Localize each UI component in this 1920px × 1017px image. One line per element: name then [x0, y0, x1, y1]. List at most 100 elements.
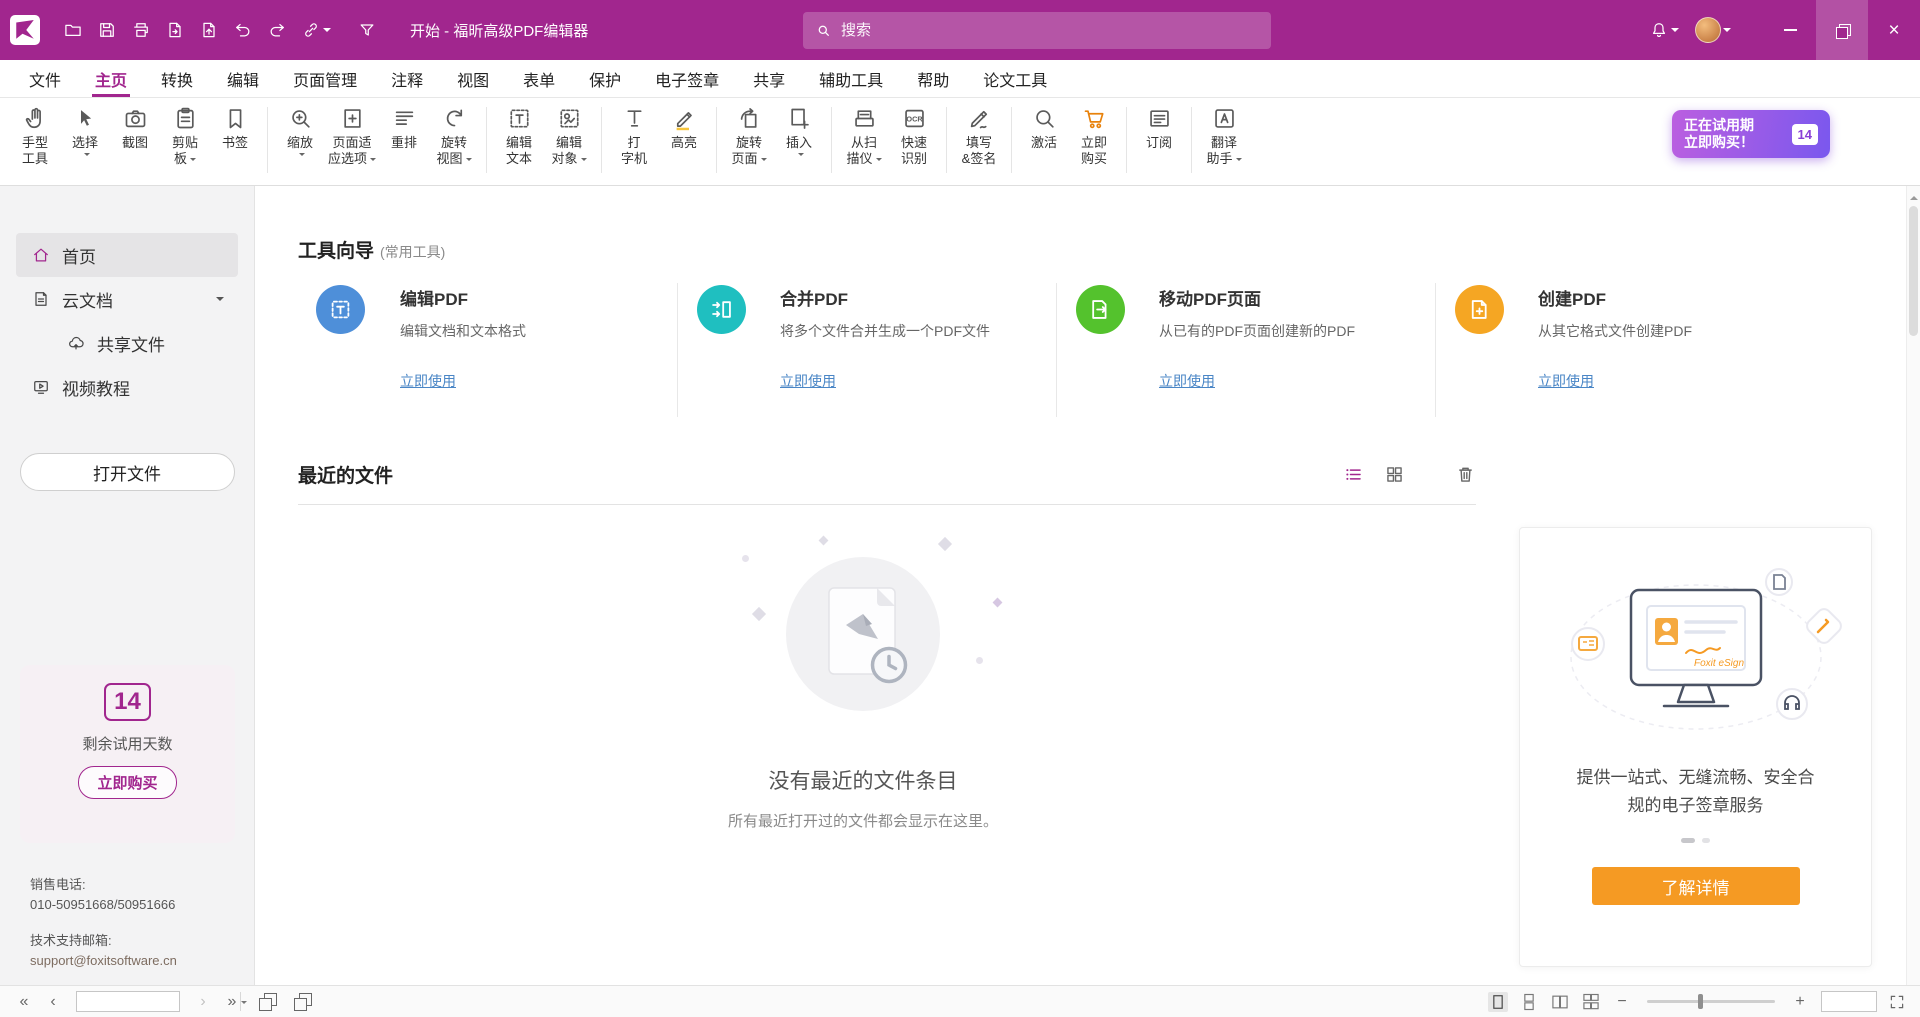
open-file-pill-button[interactable]: 打开文件 — [20, 453, 235, 491]
ribbon-translate-assistant[interactable]: 翻译 助手 — [1199, 105, 1249, 167]
search-box[interactable] — [803, 12, 1271, 49]
menu-page-management[interactable]: 页面管理 — [276, 60, 374, 97]
page-number-box[interactable] — [76, 991, 180, 1012]
ribbon-bookmark[interactable]: 书签 — [210, 105, 260, 151]
close-button[interactable]: × — [1868, 0, 1920, 60]
facing-continuous-view-button[interactable] — [1581, 992, 1601, 1012]
snapshot-tool-button[interactable] — [259, 993, 277, 1011]
notifications-button[interactable] — [1644, 13, 1684, 47]
account-menu[interactable] — [1684, 13, 1742, 47]
ribbon-select-tool[interactable]: 选择 — [60, 105, 110, 157]
use-now-link[interactable]: 立即使用 — [780, 371, 836, 391]
ribbon-highlight[interactable]: 高亮 — [659, 105, 709, 151]
zoom-out-button[interactable]: − — [1612, 994, 1632, 1010]
ribbon-subscribe[interactable]: 订阅 — [1134, 105, 1184, 151]
ribbon-typewriter[interactable]: 打 字机 — [609, 105, 659, 167]
export-button[interactable] — [158, 13, 192, 47]
learn-more-button[interactable]: 了解详情 — [1592, 867, 1800, 905]
menu-home[interactable]: 主页 — [78, 60, 144, 97]
grid-view-button[interactable] — [1384, 464, 1405, 485]
ribbon-snapshot[interactable]: 截图 — [110, 105, 160, 151]
zoom-slider[interactable] — [1647, 1000, 1775, 1003]
sidebar-item-home[interactable]: 首页 — [16, 233, 238, 277]
clear-recent-button[interactable] — [1455, 464, 1476, 485]
tool-card-merge-pdf[interactable]: 合并PDF 将多个文件合并生成一个PDF文件 立即使用 — [677, 283, 1056, 417]
print-button[interactable] — [124, 13, 158, 47]
scrollbar-thumb[interactable] — [1909, 206, 1918, 336]
first-page-button[interactable]: « — [14, 994, 34, 1010]
sidebar-item-video-tutorials[interactable]: 视频教程 — [16, 365, 238, 409]
ribbon-fill-sign[interactable]: 填写 &签名 — [954, 105, 1004, 167]
clipboard-snapshot-button[interactable] — [294, 993, 312, 1011]
tool-card-edit-pdf[interactable]: 编辑PDF 编辑文档和文本格式 立即使用 — [298, 283, 677, 417]
tool-card-move-pdf-pages[interactable]: 移动PDF页面 从已有的PDF页面创建新的PDF 立即使用 — [1056, 283, 1435, 417]
list-view-button[interactable] — [1343, 464, 1364, 485]
use-now-link[interactable]: 立即使用 — [400, 371, 456, 391]
chevron-down-icon[interactable] — [216, 297, 224, 305]
zoom-slider-thumb[interactable] — [1698, 994, 1703, 1009]
ribbon-buy-now[interactable]: 立即 购买 — [1069, 105, 1119, 167]
menu-accessibility[interactable]: 辅助工具 — [802, 60, 900, 97]
zoom-percent-box[interactable] — [1821, 991, 1877, 1012]
ribbon-insert[interactable]: 插入 — [774, 105, 824, 157]
menu-convert[interactable]: 转换 — [144, 60, 210, 97]
menu-comment[interactable]: 注释 — [374, 60, 440, 97]
clipboard-icon — [172, 105, 199, 132]
ribbon-edit-object[interactable]: 编辑 对象 — [544, 105, 594, 167]
ribbon-page-fit-options[interactable]: 页面适 应选项 — [325, 105, 379, 167]
menu-view[interactable]: 视图 — [440, 60, 506, 97]
ribbon-activate[interactable]: 激活 — [1019, 105, 1069, 151]
carousel-dot-active[interactable] — [1681, 838, 1695, 843]
zoom-in-button[interactable]: + — [1790, 994, 1810, 1010]
scroll-up-arrow-icon[interactable] — [1910, 192, 1918, 200]
previous-page-button[interactable]: ‹ — [43, 994, 63, 1010]
buy-now-pill-button[interactable]: 立即购买 — [78, 766, 176, 799]
zoom-percent-input[interactable] — [1822, 992, 1876, 1011]
restore-button[interactable] — [1816, 0, 1868, 60]
trial-buy-now-button[interactable]: 正在试用期 立即购买！ 14 — [1672, 110, 1830, 158]
vertical-scrollbar[interactable] — [1906, 186, 1920, 985]
continuous-view-button[interactable] — [1519, 992, 1539, 1012]
last-page-button[interactable]: » — [222, 994, 242, 1010]
facing-view-button[interactable] — [1550, 992, 1570, 1012]
menu-edit[interactable]: 编辑 — [210, 60, 276, 97]
ribbon-edit-text[interactable]: 编辑 文本 — [494, 105, 544, 167]
quick-tool-dropdown[interactable] — [294, 13, 338, 47]
customize-toolbar-button[interactable] — [350, 13, 384, 47]
minimize-button[interactable] — [1764, 0, 1816, 60]
save-button[interactable] — [90, 13, 124, 47]
open-file-button[interactable] — [56, 13, 90, 47]
ribbon-rotate-view[interactable]: 旋转 视图 — [429, 105, 479, 167]
redo-button[interactable] — [260, 13, 294, 47]
menu-paper-tools[interactable]: 论文工具 — [966, 60, 1064, 97]
share-doc-button[interactable] — [192, 13, 226, 47]
menu-share[interactable]: 共享 — [736, 60, 802, 97]
sidebar-item-cloud-docs[interactable]: 云文档 — [16, 277, 238, 321]
ribbon-hand-tool[interactable]: 手型 工具 — [10, 105, 60, 167]
fullscreen-icon[interactable] — [1888, 993, 1906, 1011]
menu-esign[interactable]: 电子签章 — [638, 60, 736, 97]
menu-help[interactable]: 帮助 — [900, 60, 966, 97]
ribbon-clipboard[interactable]: 剪贴 板 — [160, 105, 210, 167]
menu-form[interactable]: 表单 — [506, 60, 572, 97]
use-now-link[interactable]: 立即使用 — [1159, 371, 1215, 391]
menu-protect[interactable]: 保护 — [572, 60, 638, 97]
ribbon-rotate-pages[interactable]: 旋转 页面 — [724, 105, 774, 167]
tool-card-create-pdf[interactable]: 创建PDF 从其它格式文件创建PDF 立即使用 — [1435, 283, 1814, 417]
ribbon-from-scanner[interactable]: 从扫 描仪 — [839, 105, 889, 167]
next-page-button[interactable]: › — [193, 994, 213, 1010]
ribbon-reflow[interactable]: 重排 — [379, 105, 429, 151]
carousel-dot[interactable] — [1702, 838, 1710, 843]
ribbon-quick-ocr[interactable]: OCR 快速 识别 — [889, 105, 939, 167]
page-number-input[interactable] — [77, 992, 240, 1011]
single-page-view-button[interactable] — [1488, 992, 1508, 1012]
menu-file[interactable]: 文件 — [12, 60, 78, 97]
support-email-label: 技术支持邮箱: — [30, 931, 177, 951]
carousel-dots[interactable] — [1681, 838, 1710, 843]
use-now-link[interactable]: 立即使用 — [1538, 371, 1594, 391]
undo-button[interactable] — [226, 13, 260, 47]
ribbon-zoom[interactable]: 缩放 — [275, 105, 325, 157]
search-input[interactable] — [841, 22, 1259, 39]
support-email-address[interactable]: support@foxitsoftware.cn — [30, 951, 177, 971]
sidebar-item-shared-files[interactable]: 共享文件 — [16, 321, 238, 365]
